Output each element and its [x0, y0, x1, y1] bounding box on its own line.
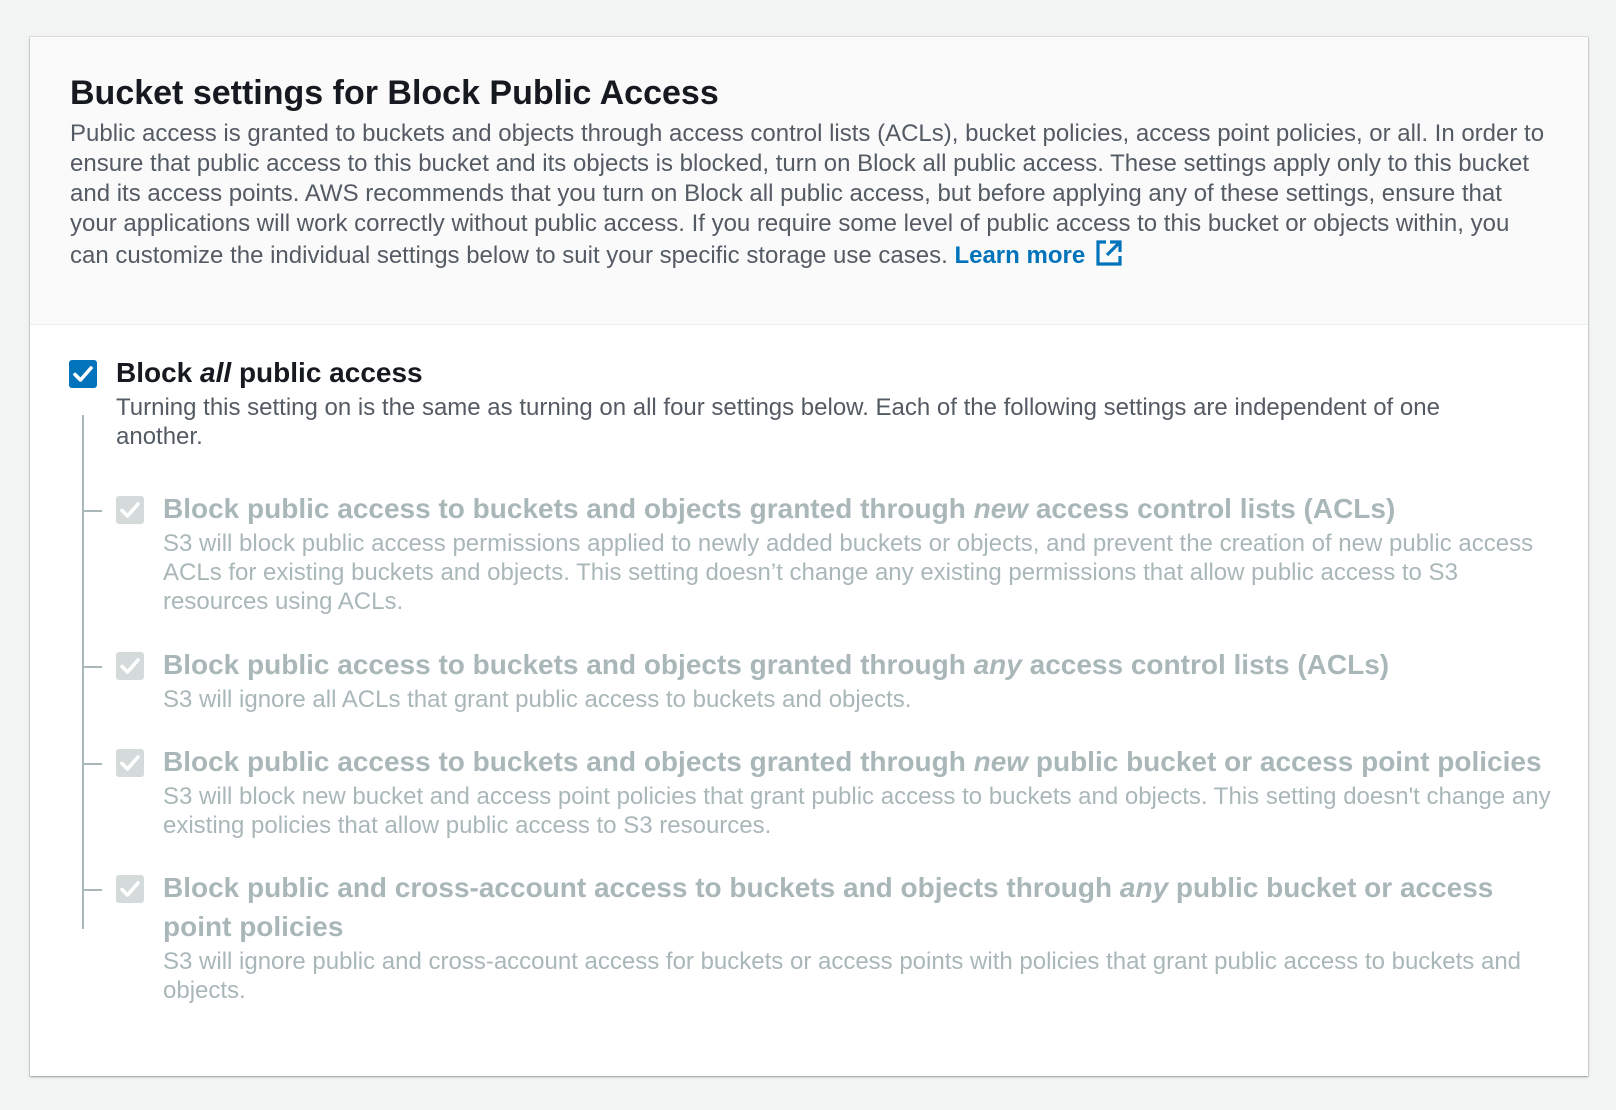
option-new-acls-checkbox[interactable] [116, 496, 144, 524]
block-all-label-part: Block [116, 357, 201, 388]
block-all-description: Turning this setting on is the same as t… [116, 394, 1440, 450]
option-new-policies-checkbox[interactable] [116, 749, 144, 777]
block-all-label-emphasis: all [200, 357, 232, 388]
option-label-part: access control lists (ACLs) [1028, 493, 1396, 524]
panel-description: Public access is granted to buckets and … [70, 119, 1548, 271]
description-text: Public access is granted to buckets and … [70, 120, 1545, 269]
option-any-acls-label[interactable]: Block public access to buckets and objec… [163, 645, 1553, 684]
checkmark-icon [120, 755, 140, 771]
option-label-part: public bucket or access point policies [1028, 746, 1542, 777]
option-label-part: Block public and cross-account access to… [163, 872, 1120, 903]
checkmark-icon [120, 881, 140, 897]
learn-more-label: Learn more [954, 242, 1086, 269]
option-label-part: Block public access to buckets and objec… [163, 746, 974, 777]
option-label-emphasis: new [973, 746, 1029, 777]
tree-connector-line [82, 415, 84, 929]
tree-connector-tick [82, 510, 102, 512]
option-label-emphasis: any [1119, 872, 1169, 903]
block-all-label-part: public access [231, 357, 423, 388]
checkmark-icon [120, 658, 140, 674]
option-any-policies-label[interactable]: Block public and cross-account access to… [163, 868, 1553, 946]
block-all-label[interactable]: Block all public access [116, 353, 423, 392]
panel-header: Bucket settings for Block Public Access … [30, 37, 1588, 325]
option-label-part: Block public access to buckets and objec… [163, 493, 974, 524]
tree-connector-tick [82, 889, 102, 891]
external-link-icon [1096, 240, 1122, 266]
checkmark-icon [120, 502, 140, 518]
option-any-acls-description: S3 will ignore all ACLs that grant publi… [163, 686, 912, 713]
option-any-policies-checkbox[interactable] [116, 875, 144, 903]
option-any-policies-description: S3 will ignore public and cross-account … [163, 948, 1522, 1004]
option-label-emphasis: new [973, 493, 1029, 524]
option-any-acls-checkbox[interactable] [116, 652, 144, 680]
learn-more-link[interactable]: Learn more [954, 240, 1123, 269]
tree-connector-tick [82, 666, 102, 668]
option-new-acls-description: S3 will block public access permissions … [163, 530, 1534, 615]
option-new-policies-label[interactable]: Block public access to buckets and objec… [163, 742, 1553, 781]
option-new-acls-label[interactable]: Block public access to buckets and objec… [163, 489, 1553, 528]
block-all-checkbox[interactable] [69, 360, 97, 388]
option-label-part: Block public access to buckets and objec… [163, 649, 974, 680]
checkmark-icon [73, 366, 93, 382]
tree-connector-tick [82, 763, 102, 765]
option-new-policies-description: S3 will block new bucket and access poin… [163, 783, 1551, 839]
panel-title: Bucket settings for Block Public Access [70, 74, 719, 112]
option-label-part: access control lists (ACLs) [1021, 649, 1390, 680]
option-label-emphasis: any [973, 649, 1022, 680]
block-public-access-panel: Bucket settings for Block Public Access … [30, 37, 1588, 1076]
